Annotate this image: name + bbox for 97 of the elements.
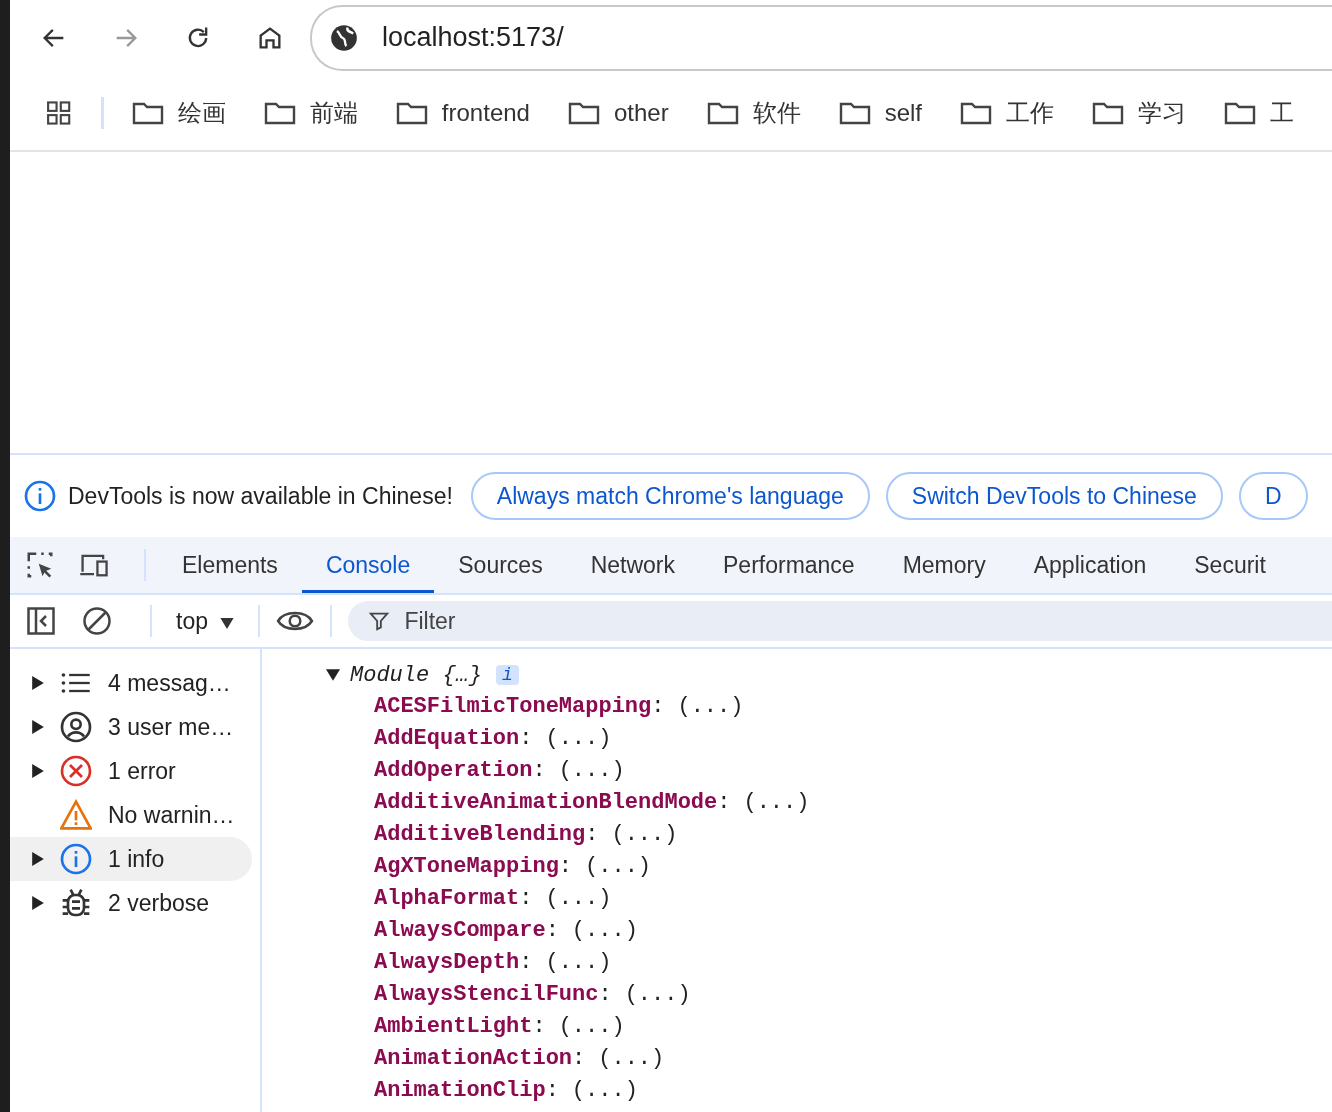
address-bar[interactable]: localhost:5173/ [310,4,1332,71]
property-value[interactable]: (...) [571,1078,638,1103]
devtools-tab[interactable]: Network [566,537,699,593]
property-separator: : [519,886,533,911]
devtools-tab[interactable]: Application [1009,537,1171,593]
property-name[interactable]: ACESFilmicToneMapping [374,694,652,719]
sidebar-item[interactable]: 4 messag… [10,661,252,705]
bookmark-folder[interactable]: 工作 [960,96,1054,129]
devtools-tab[interactable]: Securit [1170,537,1290,593]
folder-icon [1092,100,1124,125]
property-name[interactable]: AdditiveAnimationBlendMode [374,790,718,815]
property-separator: : [572,1046,586,1071]
info-icon [60,843,92,875]
property-name[interactable]: AlphaFormat [374,886,520,911]
expand-arrow-icon[interactable] [32,852,44,866]
property-name[interactable]: AddEquation [374,726,520,751]
expand-arrow-icon[interactable] [326,669,340,681]
infobar-button[interactable]: Always match Chrome's language [470,472,870,520]
infobar-message: DevTools is now available in Chinese! [68,482,453,510]
bookmark-folder[interactable]: 工 [1224,96,1294,129]
devtools-tab[interactable]: Console [301,537,435,593]
property-name[interactable]: AlwaysDepth [374,950,520,975]
infobar-button[interactable]: D [1238,472,1308,520]
sidebar-toggle-icon[interactable] [26,606,56,636]
bookmark-folder[interactable]: 学习 [1092,96,1186,129]
bookmark-folder[interactable]: 软件 [706,96,801,129]
property-value[interactable]: (...) [743,790,810,815]
clear-console-icon[interactable] [82,606,112,636]
folder-icon [567,100,600,125]
devtools-tab[interactable]: Sources [434,537,567,593]
folder-icon [1224,100,1256,125]
property-name[interactable]: AddOperation [374,758,533,783]
property-separator: : [519,950,533,975]
context-dropdown[interactable]: top [164,607,247,635]
property-value[interactable]: (...) [624,982,691,1007]
property-name[interactable]: AnimationAction [374,1046,573,1071]
info-badge[interactable]: i [496,665,519,685]
property-separator: : [558,854,573,879]
property-separator: : [585,822,599,847]
property-name[interactable]: AdditiveBlending [374,822,586,847]
sidebar-item[interactable]: 1 error [10,749,252,793]
property-separator: : [651,694,665,719]
sidebar-item[interactable]: 3 user me… [10,705,252,749]
folder-icon [838,100,871,125]
sidebar-item[interactable]: 2 verbose [10,881,252,925]
property-value[interactable]: (...) [598,1046,665,1071]
globe-icon [330,23,358,52]
property-value[interactable]: (...) [545,950,612,975]
filter-icon [368,610,391,632]
object-label[interactable]: Module {…} [350,662,483,688]
property-value[interactable]: (...) [545,726,612,751]
property-value[interactable]: (...) [545,886,612,911]
property-separator: : [545,918,559,943]
folder-icon [960,100,992,125]
expand-arrow-icon[interactable] [32,720,44,734]
bookmark-folder[interactable]: 前端 [263,96,358,129]
sidebar-item[interactable]: 1 info [10,837,252,881]
property-value[interactable]: (...) [558,758,625,783]
property-name[interactable]: AlwaysCompare [374,918,546,943]
user-icon [60,711,92,743]
devtools-tab[interactable]: Performance [699,537,879,593]
caret-icon [220,617,235,629]
property-value[interactable]: (...) [611,822,678,847]
error-icon [60,755,92,787]
bookmark-folder[interactable]: frontend [395,98,530,127]
property-separator: : [519,726,533,751]
folder-icon [131,100,164,125]
property-separator: : [598,982,612,1007]
property-value[interactable]: (...) [585,854,652,879]
devtools-tab[interactable]: Elements [158,537,302,593]
property-separator: : [545,1078,559,1103]
bug-icon [60,887,92,919]
property-separator: : [717,790,731,815]
property-name[interactable]: AgXToneMapping [374,854,559,879]
bookmark-folder[interactable]: other [567,98,669,127]
filter-field[interactable]: Filter [348,601,1332,641]
expand-arrow-icon[interactable] [32,764,44,778]
property-value[interactable]: (...) [677,694,744,719]
folder-icon [263,100,296,125]
sidebar-item[interactable]: No warnin… [10,793,252,837]
expand-arrow-icon[interactable] [32,676,44,690]
info-icon [24,480,56,512]
property-name[interactable]: AmbientLight [374,1014,533,1039]
bookmark-folder[interactable]: 绘画 [131,96,226,129]
infobar-button[interactable]: Switch DevTools to Chinese [885,472,1223,520]
folder-icon [395,100,428,125]
property-value[interactable]: (...) [558,1014,625,1039]
property-separator: : [532,758,546,783]
property-name[interactable]: AnimationClip [374,1078,546,1103]
warning-icon [60,799,92,831]
expand-arrow-icon[interactable] [32,896,44,910]
property-name[interactable]: AlwaysStencilFunc [374,982,599,1007]
folder-icon [706,100,739,125]
property-separator: : [532,1014,546,1039]
bookmark-folder[interactable]: self [838,98,922,127]
property-value[interactable]: (...) [571,918,638,943]
devtools-tab[interactable]: Memory [878,537,1010,593]
